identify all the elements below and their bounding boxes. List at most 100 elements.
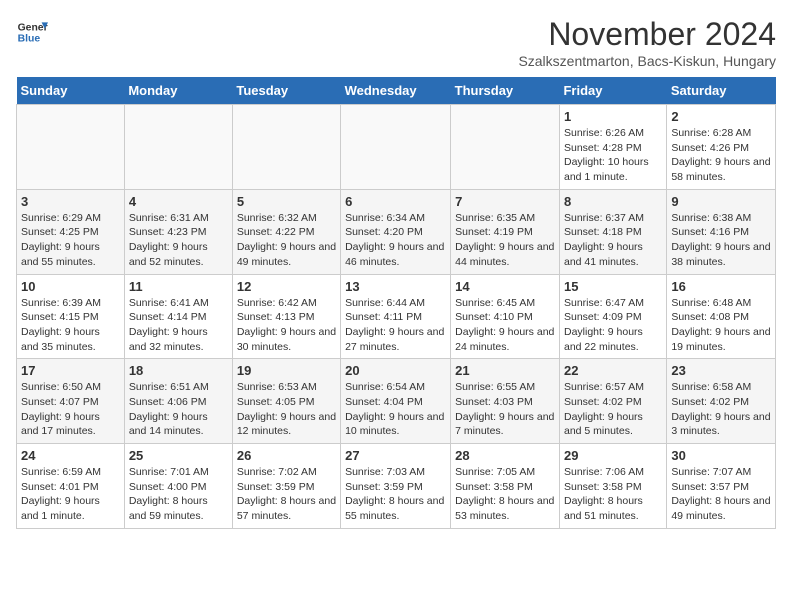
day-number: 11: [129, 279, 228, 294]
calendar-cell: 4 Sunrise: 6:31 AM Sunset: 4:23 PM Daylig…: [124, 189, 232, 274]
logo-icon: General Blue: [16, 16, 48, 48]
day-number: 17: [21, 363, 120, 378]
day-info: Sunrise: 7:06 AM Sunset: 3:58 PM Dayligh…: [564, 465, 662, 524]
weekday-header-row: SundayMondayTuesdayWednesdayThursdayFrid…: [17, 77, 776, 105]
day-number: 13: [345, 279, 446, 294]
day-number: 16: [671, 279, 771, 294]
calendar-cell: [124, 105, 232, 190]
location-subtitle: Szalkszentmarton, Bacs-Kiskun, Hungary: [518, 53, 776, 69]
day-info: Sunrise: 6:31 AM Sunset: 4:23 PM Dayligh…: [129, 211, 228, 270]
day-info: Sunrise: 6:47 AM Sunset: 4:09 PM Dayligh…: [564, 296, 662, 355]
calendar-cell: 3Sunrise: 6:29 AM Sunset: 4:25 PM Daylig…: [17, 189, 125, 274]
title-block: November 2024 Szalkszentmarton, Bacs-Kis…: [518, 16, 776, 69]
day-number: 19: [237, 363, 336, 378]
calendar-cell: 17 Sunrise: 6:50 AM Sunset: 4:07 PM Dayli…: [17, 359, 125, 444]
calendar-cell: 28Sunrise: 7:05 AM Sunset: 3:58 PM Dayli…: [451, 444, 560, 529]
day-info: Sunrise: 6:41 AM Sunset: 4:14 PM Dayligh…: [129, 296, 228, 355]
calendar-cell: 11 Sunrise: 6:41 AM Sunset: 4:14 PM Dayli…: [124, 274, 232, 359]
day-number: 25: [129, 448, 228, 463]
calendar-cell: 24 Sunrise: 6:59 AM Sunset: 4:01 PM Dayli…: [17, 444, 125, 529]
calendar-cell: 2 Sunrise: 6:28 AM Sunset: 4:26 PM Daylig…: [667, 105, 776, 190]
day-info: Sunrise: 6:54 AM Sunset: 4:04 PM Dayligh…: [345, 380, 446, 439]
calendar-cell: 25 Sunrise: 7:01 AM Sunset: 4:00 PM Dayli…: [124, 444, 232, 529]
calendar-week-1: 1Sunrise: 6:26 AM Sunset: 4:28 PM Daylig…: [17, 105, 776, 190]
calendar-cell: 10 Sunrise: 6:39 AM Sunset: 4:15 PM Dayli…: [17, 274, 125, 359]
day-number: 20: [345, 363, 446, 378]
calendar-cell: 8 Sunrise: 6:37 AM Sunset: 4:18 PM Daylig…: [559, 189, 666, 274]
day-info: Sunrise: 6:59 AM Sunset: 4:01 PM Dayligh…: [21, 465, 120, 524]
day-info: Sunrise: 7:01 AM Sunset: 4:00 PM Dayligh…: [129, 465, 228, 524]
calendar-cell: 5Sunrise: 6:32 AM Sunset: 4:22 PM Daylig…: [232, 189, 340, 274]
day-number: 9: [671, 194, 771, 209]
day-number: 22: [564, 363, 662, 378]
calendar-cell: 22 Sunrise: 6:57 AM Sunset: 4:02 PM Dayli…: [559, 359, 666, 444]
calendar-cell: 9 Sunrise: 6:38 AM Sunset: 4:16 PM Daylig…: [667, 189, 776, 274]
day-info: Sunrise: 6:37 AM Sunset: 4:18 PM Dayligh…: [564, 211, 662, 270]
day-number: 24: [21, 448, 120, 463]
day-info: Sunrise: 6:28 AM Sunset: 4:26 PM Dayligh…: [671, 126, 771, 185]
svg-text:Blue: Blue: [18, 34, 41, 45]
calendar-cell: 14 Sunrise: 6:45 AM Sunset: 4:10 PM Dayli…: [451, 274, 560, 359]
day-number: 27: [345, 448, 446, 463]
day-info: Sunrise: 6:58 AM Sunset: 4:02 PM Dayligh…: [671, 380, 771, 439]
calendar-table: SundayMondayTuesdayWednesdayThursdayFrid…: [16, 77, 776, 529]
day-info: Sunrise: 6:38 AM Sunset: 4:16 PM Dayligh…: [671, 211, 771, 270]
day-info: Sunrise: 6:51 AM Sunset: 4:06 PM Dayligh…: [129, 380, 228, 439]
calendar-cell: [341, 105, 451, 190]
day-info: Sunrise: 7:02 AM Sunset: 3:59 PM Dayligh…: [237, 465, 336, 524]
calendar-week-2: 3Sunrise: 6:29 AM Sunset: 4:25 PM Daylig…: [17, 189, 776, 274]
day-number: 12: [237, 279, 336, 294]
day-number: 4: [129, 194, 228, 209]
weekday-header-wednesday: Wednesday: [341, 77, 451, 105]
page-header: General Blue November 2024 Szalkszentmar…: [16, 16, 776, 69]
weekday-header-sunday: Sunday: [17, 77, 125, 105]
day-info: Sunrise: 6:55 AM Sunset: 4:03 PM Dayligh…: [455, 380, 555, 439]
day-info: Sunrise: 6:34 AM Sunset: 4:20 PM Dayligh…: [345, 211, 446, 270]
calendar-cell: 26 Sunrise: 7:02 AM Sunset: 3:59 PM Dayli…: [232, 444, 340, 529]
calendar-cell: 16 Sunrise: 6:48 AM Sunset: 4:08 PM Dayli…: [667, 274, 776, 359]
calendar-cell: 6Sunrise: 6:34 AM Sunset: 4:20 PM Daylig…: [341, 189, 451, 274]
calendar-cell: 12 Sunrise: 6:42 AM Sunset: 4:13 PM Dayli…: [232, 274, 340, 359]
day-info: Sunrise: 6:39 AM Sunset: 4:15 PM Dayligh…: [21, 296, 120, 355]
day-info: Sunrise: 6:50 AM Sunset: 4:07 PM Dayligh…: [21, 380, 120, 439]
calendar-cell: 29Sunrise: 7:06 AM Sunset: 3:58 PM Dayli…: [559, 444, 666, 529]
day-number: 23: [671, 363, 771, 378]
month-title: November 2024: [518, 16, 776, 53]
day-number: 18: [129, 363, 228, 378]
day-info: Sunrise: 7:05 AM Sunset: 3:58 PM Dayligh…: [455, 465, 555, 524]
day-number: 10: [21, 279, 120, 294]
day-info: Sunrise: 6:42 AM Sunset: 4:13 PM Dayligh…: [237, 296, 336, 355]
weekday-header-saturday: Saturday: [667, 77, 776, 105]
day-number: 21: [455, 363, 555, 378]
weekday-header-tuesday: Tuesday: [232, 77, 340, 105]
day-info: Sunrise: 6:57 AM Sunset: 4:02 PM Dayligh…: [564, 380, 662, 439]
calendar-cell: 13Sunrise: 6:44 AM Sunset: 4:11 PM Dayli…: [341, 274, 451, 359]
weekday-header-friday: Friday: [559, 77, 666, 105]
calendar-cell: 23 Sunrise: 6:58 AM Sunset: 4:02 PM Dayli…: [667, 359, 776, 444]
day-number: 14: [455, 279, 555, 294]
calendar-week-5: 24 Sunrise: 6:59 AM Sunset: 4:01 PM Dayli…: [17, 444, 776, 529]
calendar-cell: 27Sunrise: 7:03 AM Sunset: 3:59 PM Dayli…: [341, 444, 451, 529]
logo: General Blue: [16, 16, 48, 48]
day-number: 1: [564, 109, 662, 124]
day-info: Sunrise: 6:48 AM Sunset: 4:08 PM Dayligh…: [671, 296, 771, 355]
day-number: 8: [564, 194, 662, 209]
day-number: 15: [564, 279, 662, 294]
day-info: Sunrise: 6:45 AM Sunset: 4:10 PM Dayligh…: [455, 296, 555, 355]
calendar-cell: 21 Sunrise: 6:55 AM Sunset: 4:03 PM Dayli…: [451, 359, 560, 444]
calendar-week-3: 10 Sunrise: 6:39 AM Sunset: 4:15 PM Dayli…: [17, 274, 776, 359]
calendar-cell: 19 Sunrise: 6:53 AM Sunset: 4:05 PM Dayli…: [232, 359, 340, 444]
day-number: 26: [237, 448, 336, 463]
calendar-cell: 1Sunrise: 6:26 AM Sunset: 4:28 PM Daylig…: [559, 105, 666, 190]
calendar-cell: 18 Sunrise: 6:51 AM Sunset: 4:06 PM Dayli…: [124, 359, 232, 444]
calendar-cell: [17, 105, 125, 190]
weekday-header-thursday: Thursday: [451, 77, 560, 105]
calendar-cell: [451, 105, 560, 190]
day-number: 2: [671, 109, 771, 124]
day-number: 30: [671, 448, 771, 463]
calendar-week-4: 17 Sunrise: 6:50 AM Sunset: 4:07 PM Dayli…: [17, 359, 776, 444]
day-number: 7: [455, 194, 555, 209]
day-info: Sunrise: 6:32 AM Sunset: 4:22 PM Dayligh…: [237, 211, 336, 270]
day-info: Sunrise: 6:53 AM Sunset: 4:05 PM Dayligh…: [237, 380, 336, 439]
calendar-cell: 15 Sunrise: 6:47 AM Sunset: 4:09 PM Dayli…: [559, 274, 666, 359]
